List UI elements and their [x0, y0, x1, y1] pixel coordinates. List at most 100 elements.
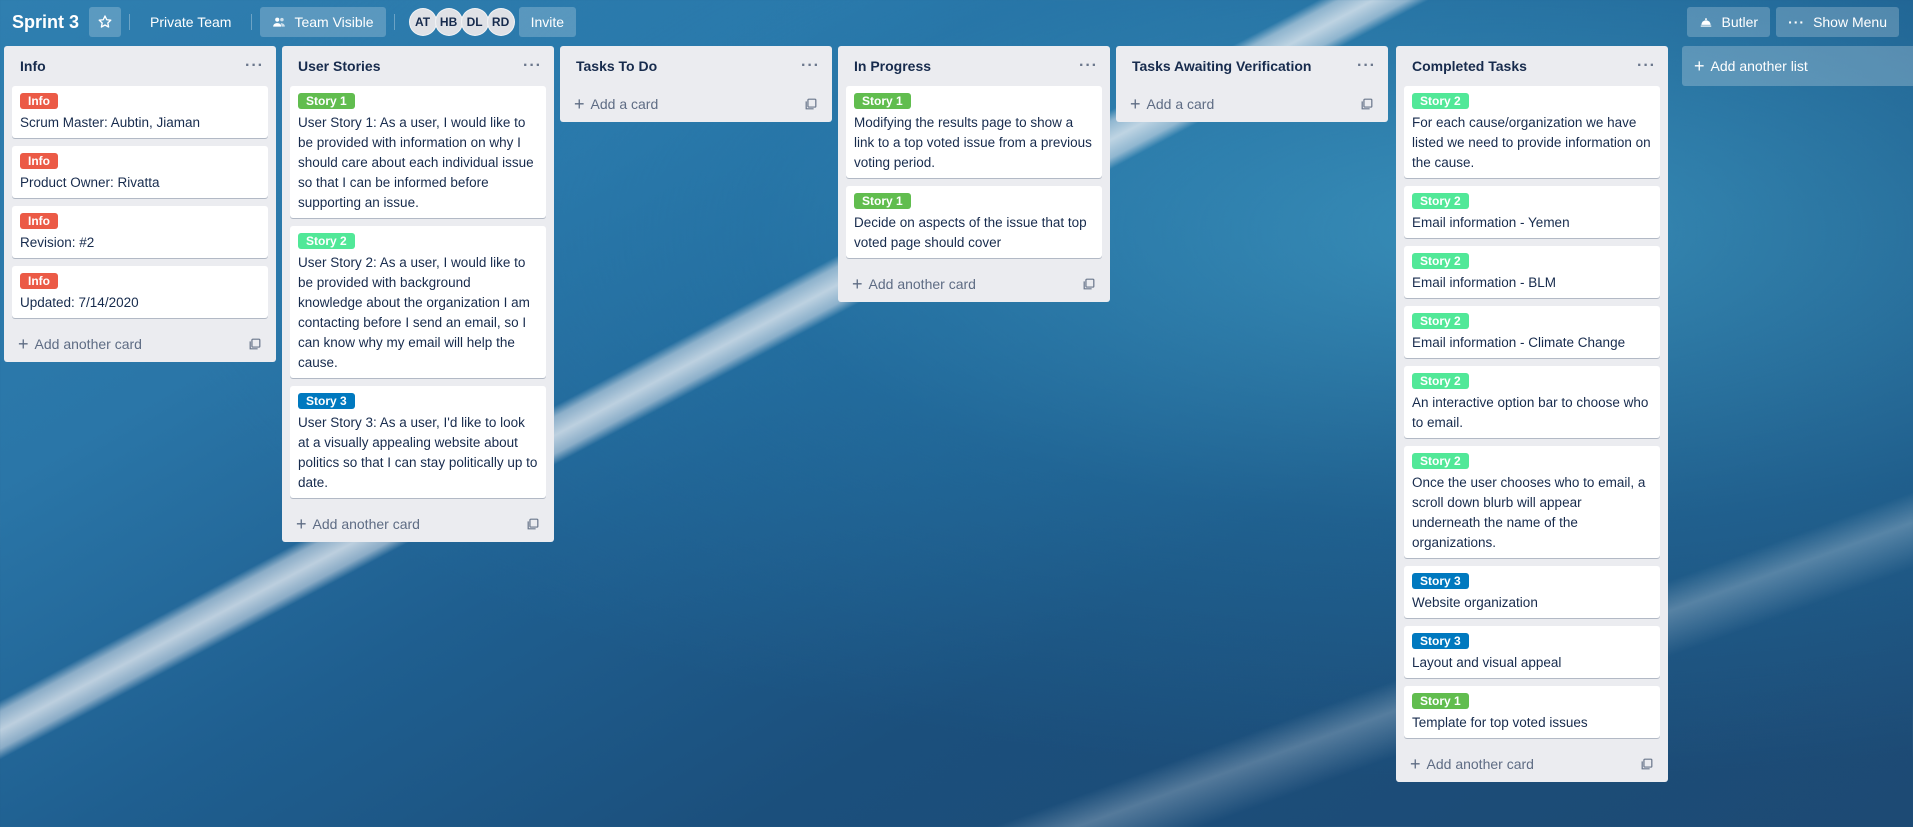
card[interactable]: Story 1 User Story 1: As a user, I would … [290, 86, 546, 218]
card-title: An interactive option bar to choose who … [1412, 395, 1649, 430]
card-label: Info [20, 273, 58, 289]
list-menu-icon[interactable]: ··· [1637, 57, 1656, 75]
plus-icon: + [1694, 56, 1705, 76]
card-title: Scrum Master: Aubtin, Jiaman [20, 115, 201, 130]
list-title[interactable]: In Progress [854, 58, 931, 74]
list-title[interactable]: Info [20, 58, 46, 74]
card[interactable]: Story 2 Email information - Yemen [1404, 186, 1660, 238]
card-label: Story 3 [298, 393, 355, 409]
card[interactable]: Story 2 Email information - Climate Chang… [1404, 306, 1660, 358]
card[interactable]: Story 1 Modifying the results page to sho… [846, 86, 1102, 178]
card-title: User Story 1: As a user, I would like to… [298, 115, 534, 210]
card-label: Story 1 [854, 193, 911, 209]
add-card-button[interactable]: + Add a card [1130, 95, 1214, 113]
card[interactable]: Story 2 Once the user chooses who to emai… [1404, 446, 1660, 558]
header-divider [393, 14, 395, 30]
card-label: Story 1 [854, 93, 911, 109]
card[interactable]: Story 3 Website organization [1404, 566, 1660, 618]
list: Tasks Awaiting Verification ··· + Add a car… [1116, 46, 1388, 122]
star-button[interactable] [89, 7, 122, 37]
card[interactable]: Story 2 An interactive option bar to choo… [1404, 366, 1660, 438]
card-template-icon[interactable] [1082, 277, 1096, 291]
add-card-button[interactable]: + Add a card [574, 95, 658, 113]
card-label: Info [20, 213, 58, 229]
list-title[interactable]: Completed Tasks [1412, 58, 1527, 74]
show-menu-button[interactable]: ··· Show Menu [1776, 7, 1899, 37]
list-title[interactable]: Tasks Awaiting Verification [1132, 58, 1311, 74]
card-title: Product Owner: Rivatta [20, 175, 160, 190]
list-header: Info ··· [12, 46, 268, 86]
card-label: Story 1 [1412, 693, 1469, 709]
list: Info ··· Info Scrum Master: Aubtin, Jiaman I… [4, 46, 276, 362]
member-avatars: AT HB DL RD [408, 8, 515, 36]
card-title: Decide on aspects of the issue that top … [854, 215, 1087, 250]
card[interactable]: Story 3 User Story 3: As a user, I'd like… [290, 386, 546, 498]
list-menu-icon[interactable]: ··· [245, 57, 264, 75]
avatar[interactable]: RD [486, 8, 515, 36]
card-label: Story 2 [1412, 93, 1469, 109]
avatar[interactable]: DL [460, 8, 489, 36]
plus-icon: + [296, 514, 307, 534]
plus-icon: + [1130, 94, 1141, 114]
card-title: Revision: #2 [20, 235, 95, 250]
card-title: Template for top voted issues [1412, 715, 1588, 730]
card-title: Email information - BLM [1412, 275, 1557, 290]
card[interactable]: Info Revision: #2 [12, 206, 268, 258]
plus-icon: + [18, 334, 29, 354]
card[interactable]: Info Updated: 7/14/2020 [12, 266, 268, 318]
board-title[interactable]: Sprint 3 [12, 12, 79, 33]
add-list-button[interactable]: + Add another list [1682, 46, 1913, 86]
card-template-icon[interactable] [1360, 97, 1374, 111]
card[interactable]: Story 2 User Story 2: As a user, I would … [290, 226, 546, 378]
card-template-icon[interactable] [1640, 757, 1654, 771]
card-label: Info [20, 93, 58, 109]
card[interactable]: Info Scrum Master: Aubtin, Jiaman [12, 86, 268, 138]
butler-button[interactable]: Butler [1687, 7, 1771, 37]
list-menu-icon[interactable]: ··· [801, 57, 820, 75]
card-label: Story 3 [1412, 633, 1469, 649]
list-menu-icon[interactable]: ··· [1357, 57, 1376, 75]
visibility-button[interactable]: Team Visible [260, 7, 386, 37]
avatar[interactable]: HB [434, 8, 463, 36]
add-card-button[interactable]: + Add another card [18, 335, 142, 353]
list: In Progress ··· Story 1 Modifying the resul… [838, 46, 1110, 302]
card-label: Story 1 [298, 93, 355, 109]
add-card-button[interactable]: + Add another card [1410, 755, 1534, 773]
add-card-row: + Add another card [12, 326, 268, 362]
add-card-row: + Add another card [1404, 746, 1660, 782]
card-template-icon[interactable] [248, 337, 262, 351]
list-header: Tasks To Do ··· [568, 46, 824, 86]
card[interactable]: Info Product Owner: Rivatta [12, 146, 268, 198]
invite-button[interactable]: Invite [518, 7, 577, 37]
card-label: Story 3 [1412, 573, 1469, 589]
card[interactable]: Story 1 Template for top voted issues [1404, 686, 1660, 738]
card[interactable]: Story 1 Decide on aspects of the issue th… [846, 186, 1102, 258]
add-card-label: Add another card [1426, 756, 1534, 772]
card-title: For each cause/organization we have list… [1412, 115, 1651, 170]
add-list-label: Add another list [1710, 58, 1808, 74]
list-title[interactable]: Tasks To Do [576, 58, 657, 74]
list-title[interactable]: User Stories [298, 58, 380, 74]
avatar[interactable]: AT [408, 8, 437, 36]
card-label: Story 2 [1412, 453, 1469, 469]
list-header: Tasks Awaiting Verification ··· [1124, 46, 1380, 86]
add-card-row: + Add a card [1124, 86, 1380, 122]
header-divider [129, 14, 131, 30]
list-header: In Progress ··· [846, 46, 1102, 86]
add-card-label: Add a card [590, 96, 659, 112]
card[interactable]: Story 2 Email information - BLM [1404, 246, 1660, 298]
team-button[interactable]: Private Team [138, 7, 243, 37]
card-title: Email information - Climate Change [1412, 335, 1626, 350]
add-card-button[interactable]: + Add another card [852, 275, 976, 293]
card[interactable]: Story 2 For each cause/organization we ha… [1404, 86, 1660, 178]
card[interactable]: Story 3 Layout and visual appeal [1404, 626, 1660, 678]
card-template-icon[interactable] [526, 517, 540, 531]
list-header: Completed Tasks ··· [1404, 46, 1660, 86]
card-template-icon[interactable] [804, 97, 818, 111]
list-menu-icon[interactable]: ··· [523, 57, 542, 75]
list-menu-icon[interactable]: ··· [1079, 57, 1098, 75]
list-header: User Stories ··· [290, 46, 546, 86]
card-title: Modifying the results page to show a lin… [854, 115, 1092, 170]
add-card-button[interactable]: + Add another card [296, 515, 420, 533]
add-card-label: Add another card [34, 336, 142, 352]
